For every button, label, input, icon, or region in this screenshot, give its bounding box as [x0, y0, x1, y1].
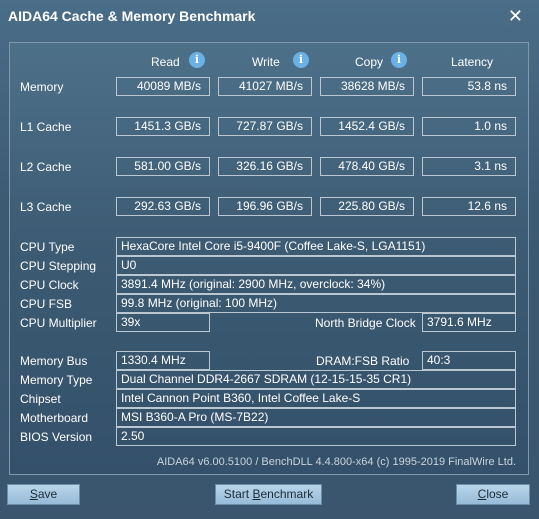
l3-copy-value: 225.80 GB/s: [320, 197, 414, 216]
l1-latency-value: 1.0 ns: [422, 117, 516, 136]
row-label-l3: L3 Cache: [20, 200, 72, 214]
row-label-l2: L2 Cache: [20, 160, 72, 174]
chipset-value: Intel Cannon Point B360, Intel Coffee La…: [116, 389, 516, 408]
l3-write-value: 196.96 GB/s: [218, 197, 312, 216]
row-label-l1: L1 Cache: [20, 120, 72, 134]
start-button-accelerator: B: [252, 487, 261, 501]
column-header-write: Write: [252, 55, 280, 69]
save-button-accelerator: S: [29, 487, 38, 501]
cpu-fsb-value: 99.8 MHz (original: 100 MHz): [116, 294, 516, 313]
copy-info-icon[interactable]: i: [391, 52, 407, 68]
north-bridge-clock-value: 3791.6 MHz: [422, 313, 516, 332]
memory-type-label: Memory Type: [20, 373, 93, 387]
cpu-stepping-label: CPU Stepping: [20, 259, 97, 273]
memory-type-value: Dual Channel DDR4-2667 SDRAM (12-15-15-3…: [116, 370, 516, 389]
dram-fsb-ratio-label: DRAM:FSB Ratio: [316, 354, 410, 368]
motherboard-label: Motherboard: [20, 411, 89, 425]
l2-copy-value: 478.40 GB/s: [320, 157, 414, 176]
column-header-latency: Latency: [451, 55, 494, 69]
close-window-icon[interactable]: ✕: [508, 6, 523, 27]
version-copyright-text: AIDA64 v6.00.5100 / BenchDLL 4.4.800-x64…: [156, 456, 516, 468]
cpu-clock-value: 3891.4 MHz (original: 2900 MHz, overcloc…: [116, 275, 516, 294]
close-button[interactable]: Close: [456, 484, 530, 505]
l3-read-value: 292.63 GB/s: [116, 197, 210, 216]
write-info-icon[interactable]: i: [293, 52, 309, 68]
start-button-label: Start: [223, 487, 253, 501]
benchmark-window: AIDA64 Cache & Memory Benchmark ✕ Read i…: [0, 0, 539, 519]
save-button[interactable]: Save: [7, 484, 80, 505]
memory-bus-label: Memory Bus: [20, 354, 88, 368]
cpu-stepping-value: U0: [116, 256, 516, 275]
cpu-clock-label: CPU Clock: [20, 278, 79, 292]
start-button-label-rest: enchmark: [260, 487, 314, 501]
window-title: AIDA64 Cache & Memory Benchmark: [8, 8, 256, 24]
memory-bus-value: 1330.4 MHz: [116, 351, 210, 370]
column-header-read: Read: [151, 55, 180, 69]
dram-fsb-ratio-value: 40:3: [422, 351, 516, 370]
l1-copy-value: 1452.4 GB/s: [320, 117, 414, 136]
column-header-copy: Copy: [355, 55, 384, 69]
cpu-multiplier-label: CPU Multiplier: [20, 316, 97, 330]
memory-latency-value: 53.8 ns: [422, 77, 516, 96]
l2-read-value: 581.00 GB/s: [116, 157, 210, 176]
cpu-fsb-label: CPU FSB: [20, 297, 73, 311]
save-button-label-rest: ave: [37, 487, 58, 501]
title-bar: AIDA64 Cache & Memory Benchmark ✕: [0, 0, 539, 32]
read-info-icon[interactable]: i: [189, 52, 205, 68]
l2-write-value: 326.16 GB/s: [218, 157, 312, 176]
cpu-multiplier-value: 39x: [116, 313, 210, 332]
chipset-label: Chipset: [20, 392, 61, 406]
l3-latency-value: 12.6 ns: [422, 197, 516, 216]
bios-version-label: BIOS Version: [20, 430, 93, 444]
cpu-type-value: HexaCore Intel Core i5-9400F (Coffee Lak…: [116, 237, 516, 256]
row-label-memory: Memory: [20, 80, 64, 94]
l1-write-value: 727.87 GB/s: [218, 117, 312, 136]
start-benchmark-button[interactable]: Start Benchmark: [215, 484, 322, 505]
results-panel: Read i Write i Copy i Latency Memory 400…: [9, 42, 529, 475]
l1-read-value: 1451.3 GB/s: [116, 117, 210, 136]
memory-copy-value: 38628 MB/s: [320, 77, 414, 96]
l2-latency-value: 3.1 ns: [422, 157, 516, 176]
bios-version-value: 2.50: [116, 427, 516, 446]
memory-write-value: 41027 MB/s: [218, 77, 312, 96]
memory-read-value: 40089 MB/s: [116, 77, 210, 96]
motherboard-value: MSI B360-A Pro (MS-7B22): [116, 408, 516, 427]
cpu-type-label: CPU Type: [20, 240, 75, 254]
close-button-label-rest: lose: [486, 487, 509, 501]
north-bridge-clock-label: North Bridge Clock: [315, 316, 416, 330]
